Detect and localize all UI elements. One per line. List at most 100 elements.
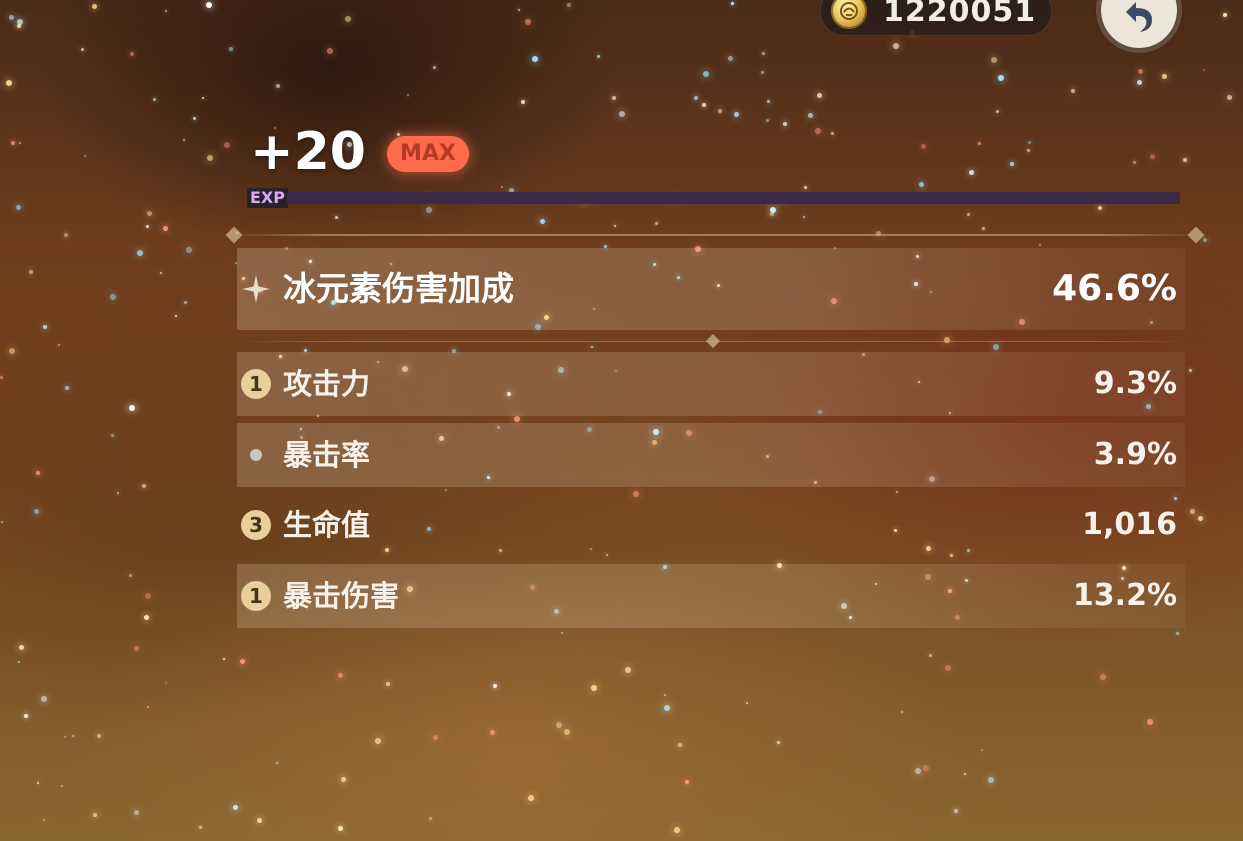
star-particle (1183, 158, 1187, 162)
star-particle (1137, 80, 1142, 85)
star-particle (129, 574, 132, 577)
sub-stat-name: 暴击伤害 (283, 579, 400, 613)
star-particle (734, 112, 739, 117)
star-particle (703, 71, 709, 77)
star-particle (224, 142, 230, 148)
main-stat-value: 46.6% (1052, 268, 1177, 309)
star-particle (614, 225, 616, 227)
star-particle (556, 722, 562, 728)
currency-display: 1220051 (820, 0, 1052, 36)
star-particle (64, 736, 66, 738)
star-particle (1100, 674, 1106, 680)
star-particle (728, 56, 733, 61)
star-particle (770, 207, 776, 213)
star-particle (276, 84, 280, 88)
divider-diamond-icon (705, 333, 721, 349)
star-particle (1027, 149, 1030, 152)
star-particle (16, 205, 21, 210)
star-particle (591, 685, 597, 691)
star-particle (655, 222, 658, 225)
star-particle (64, 233, 68, 237)
star-particle (929, 654, 932, 657)
star-particle (386, 682, 390, 686)
star-particle (397, 133, 400, 136)
sub-stat-value: 9.3% (1093, 366, 1177, 401)
upgrade-count-badge: 3 (241, 510, 271, 540)
star-particle (41, 696, 47, 702)
star-particle (338, 826, 343, 831)
star-particle (967, 213, 970, 216)
sub-stat-row: 3 生命值 1,016 (237, 493, 1185, 557)
star-particle (493, 684, 497, 688)
bullet-dot-icon (250, 449, 262, 461)
star-particle (528, 795, 534, 801)
star-particle (97, 734, 101, 738)
star-particle (612, 96, 616, 100)
star-particle (982, 227, 985, 230)
sub-stat-value: 1,016 (1082, 507, 1177, 542)
star-particle (817, 93, 822, 98)
star-particle (183, 139, 185, 141)
star-particle (146, 225, 149, 228)
star-particle (761, 71, 764, 74)
star-particle (685, 780, 689, 784)
star-particle (129, 405, 135, 411)
star-particle (915, 768, 921, 774)
star-particle (165, 682, 167, 684)
star-particle (981, 749, 983, 751)
main-stat-name: 冰元素伤害加成 (283, 269, 514, 308)
ornament-divider (230, 234, 1200, 236)
starfield-background (0, 0, 1243, 841)
star-particle (1223, 13, 1227, 17)
star-particle (1190, 509, 1195, 514)
upgrade-count-badge: 1 (241, 581, 271, 611)
star-particle (525, 19, 531, 25)
star-particle (944, 337, 950, 343)
sub-stat-row: 暴击率 3.9% (237, 423, 1185, 487)
star-particle (145, 593, 151, 599)
star-particle (165, 10, 167, 12)
star-particle (804, 186, 807, 189)
star-particle (130, 52, 134, 56)
artifact-level: +20 (250, 122, 366, 182)
star-particle (694, 96, 698, 100)
sparkle-icon (242, 275, 270, 303)
star-particle (240, 659, 245, 664)
star-particle (19, 645, 24, 650)
sub-stat-name: 暴击率 (283, 438, 371, 472)
currency-amount: 1220051 (883, 0, 1037, 29)
star-particle (186, 247, 192, 253)
star-particle (532, 56, 538, 62)
star-particle (1150, 154, 1155, 159)
star-particle (501, 186, 503, 188)
star-particle (43, 819, 45, 821)
star-particle (29, 270, 33, 274)
star-particle (1138, 69, 1143, 74)
star-particle (9, 15, 14, 20)
back-button[interactable] (1101, 0, 1177, 48)
sub-stat-name: 生命值 (283, 508, 371, 542)
mora-coin-icon (831, 0, 867, 29)
star-particle (1010, 162, 1014, 166)
sub-stat-row: 1 暴击伤害 13.2% (237, 564, 1185, 628)
divider-diamond-icon (225, 226, 243, 244)
star-particle (341, 777, 346, 782)
star-particle (445, 489, 447, 491)
star-particle (901, 711, 903, 713)
star-particle (564, 729, 570, 735)
star-particle (998, 75, 1004, 81)
star-particle (110, 294, 116, 300)
star-particle (18, 661, 20, 663)
star-particle (1098, 206, 1102, 210)
star-particle (137, 250, 143, 256)
divider-diamond-icon (1187, 226, 1205, 244)
sub-stat-value: 13.2% (1072, 578, 1177, 613)
star-particle (1198, 516, 1203, 521)
upgrade-count-badge: 1 (241, 369, 271, 399)
star-particle (335, 216, 338, 219)
star-particle (426, 207, 432, 213)
star-particle (65, 386, 69, 390)
star-particle (783, 122, 787, 126)
star-particle (567, 3, 571, 7)
star-particle (1, 521, 3, 523)
